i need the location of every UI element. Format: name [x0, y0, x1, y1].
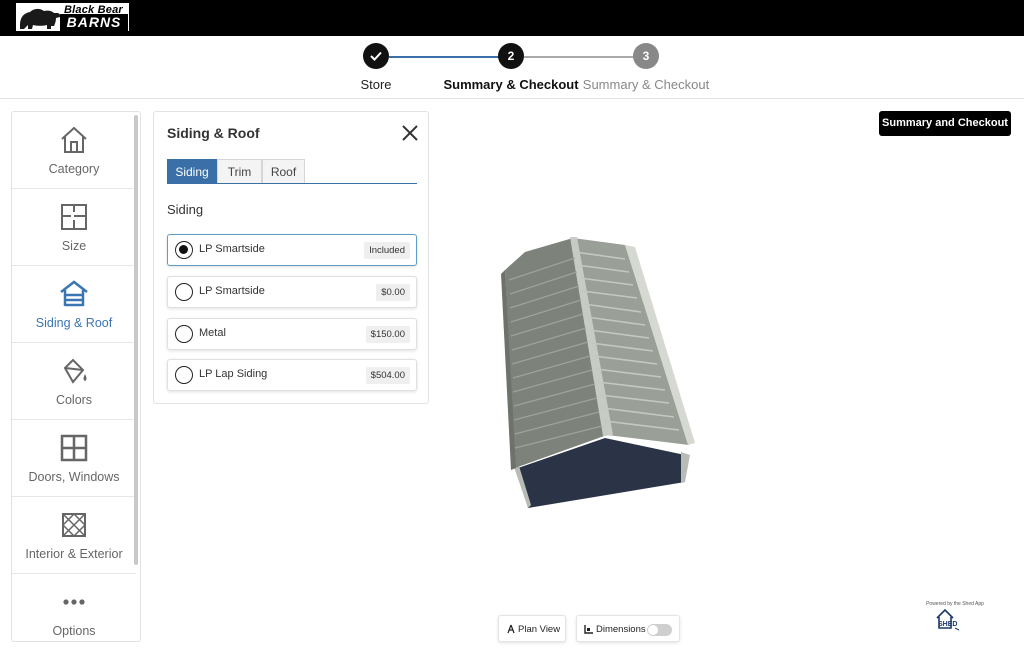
paint-bucket-icon [63, 358, 87, 384]
compass-icon [507, 624, 515, 634]
sidebar-item-label: Colors [55, 393, 93, 407]
sidebar-scrollbar[interactable] [134, 115, 138, 565]
sidebar-item-label: Size [61, 239, 87, 253]
section-title: Siding [167, 202, 204, 217]
summary-checkout-button[interactable]: Summary and Checkout [879, 111, 1011, 136]
top-bar: Black Bear BARNS [0, 0, 1024, 36]
siding-option[interactable]: Metal $150.00 [167, 318, 417, 350]
siding-roof-icon [60, 280, 88, 307]
step-summary-circle[interactable]: 3 [633, 43, 659, 69]
radio-button[interactable] [175, 241, 193, 259]
sidebar-item-label: Options [52, 624, 96, 638]
tab-roof[interactable]: Roof [262, 159, 305, 183]
check-icon [370, 51, 382, 61]
option-name: LP Smartside [199, 243, 265, 255]
close-icon[interactable] [400, 123, 420, 143]
sidebar-item-colors[interactable]: Colors [12, 343, 136, 420]
panel-tabs: Siding Trim Roof [167, 159, 417, 184]
dimensions-label: Dimensions [596, 624, 646, 635]
siding-option[interactable]: LP Lap Siding $504.00 [167, 359, 417, 391]
shed-logo-text: SHED [938, 621, 957, 628]
panel-title: Siding & Roof [167, 125, 260, 141]
tab-trim[interactable]: Trim [217, 159, 262, 183]
siding-option[interactable]: LP Smartside $0.00 [167, 276, 417, 308]
step-store-circle[interactable] [363, 43, 389, 69]
category-sidebar: Category Size Siding & Roof Colors Doors… [11, 111, 141, 642]
more-dots-icon [63, 599, 85, 605]
step-design-circle[interactable]: 2 [498, 43, 524, 69]
bear-icon [20, 8, 61, 29]
shed-app-logo[interactable]: SHED [935, 608, 975, 632]
house-icon [61, 126, 87, 153]
sidebar-item-interior-exterior[interactable]: Interior & Exterior [12, 497, 136, 574]
tab-siding[interactable]: Siding [167, 159, 217, 183]
powered-by-text: Powered by the Shed App [926, 601, 984, 607]
window-icon [60, 434, 88, 462]
sidebar-item-label: Siding & Roof [35, 316, 113, 330]
brand-logo[interactable]: Black Bear BARNS [14, 1, 131, 33]
dimensions-switch[interactable] [647, 624, 672, 636]
step-summary-label[interactable]: Summary & Checkout [566, 77, 726, 92]
logo-line-2: BARNS [60, 14, 128, 31]
price-badge: Included [364, 242, 410, 259]
siding-roof-panel: Siding & Roof Siding Trim Roof Siding LP… [153, 111, 429, 404]
sidebar-item-label: Category [48, 162, 100, 176]
price-badge: $0.00 [376, 284, 410, 301]
radio-button[interactable] [175, 283, 193, 301]
radio-button[interactable] [175, 325, 193, 343]
step-connector-todo [524, 56, 634, 58]
dimensions-toggle-button[interactable]: Dimensions [576, 615, 680, 642]
price-badge: $504.00 [365, 367, 410, 384]
sidebar-item-size[interactable]: Size [12, 189, 136, 266]
plan-view-button[interactable]: Plan View [498, 615, 566, 642]
interior-exterior-icon [62, 513, 86, 537]
plan-view-label: Plan View [518, 624, 561, 635]
siding-option[interactable]: LP Smartside Included [167, 234, 417, 266]
price-badge: $150.00 [365, 326, 410, 343]
sidebar-item-label: Doors, Windows [28, 470, 120, 484]
ruler-icon [584, 625, 593, 634]
floorplan-icon [61, 204, 87, 230]
shed-3d-view[interactable] [495, 230, 705, 515]
option-name: Metal [199, 327, 226, 339]
option-name: LP Smartside [199, 285, 265, 297]
sidebar-item-siding-roof[interactable]: Siding & Roof [12, 266, 136, 343]
radio-button[interactable] [175, 366, 193, 384]
sidebar-item-label: Interior & Exterior [25, 547, 123, 561]
sidebar-item-doors-windows[interactable]: Doors, Windows [12, 420, 136, 497]
sidebar-item-category[interactable]: Category [12, 112, 136, 189]
option-name: LP Lap Siding [199, 368, 268, 380]
sidebar-item-options[interactable]: Options [12, 574, 136, 641]
step-connector-done [389, 56, 499, 58]
